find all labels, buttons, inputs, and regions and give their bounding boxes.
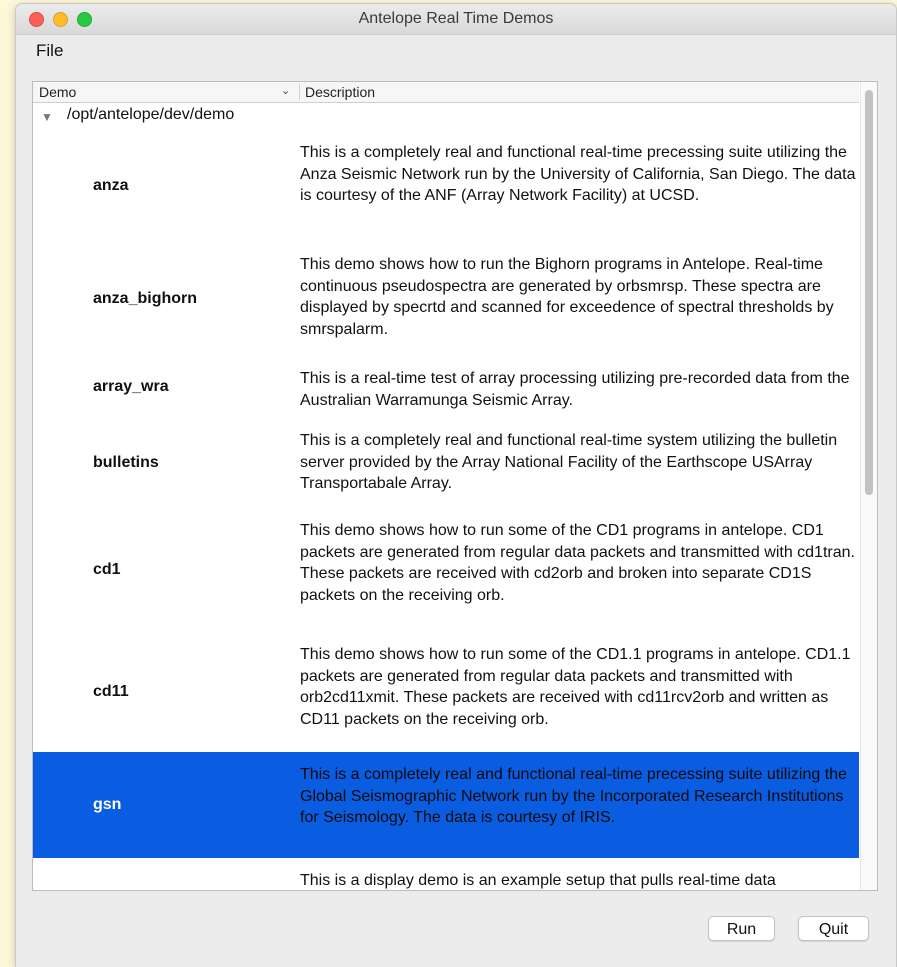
table-row[interactable]: cd1 This demo shows how to run some of t…: [33, 508, 859, 632]
vertical-scrollbar[interactable]: [860, 82, 877, 890]
chevron-down-icon[interactable]: ⌄: [281, 84, 290, 97]
demo-description: This demo shows how to run the Bighorn p…: [300, 256, 834, 338]
menu-bar: File: [16, 35, 896, 65]
demo-description: This demo shows how to run some of the C…: [300, 646, 851, 728]
demo-description: This demo shows how to run some of the C…: [300, 522, 855, 604]
table-row[interactable]: This is a display demo is an example set…: [33, 858, 859, 890]
demo-description: This is a completely real and functional…: [300, 432, 838, 492]
demo-tree-view[interactable]: Demo ⌄ Description ▼ /opt/antelope/dev/d…: [32, 81, 878, 891]
column-header-description[interactable]: Description: [305, 84, 375, 100]
tree-header: Demo ⌄ Description: [33, 82, 859, 103]
table-row[interactable]: anza This is a completely real and funct…: [33, 130, 859, 242]
demo-description: This is a display demo is an example set…: [300, 872, 776, 889]
table-row[interactable]: array_wra This is a real-time test of ar…: [33, 356, 859, 418]
run-button[interactable]: Run: [708, 916, 775, 941]
column-divider[interactable]: [299, 84, 300, 100]
demo-description: This is a real-time test of array proces…: [300, 370, 850, 409]
table-row[interactable]: cd11 This demo shows how to run some of …: [33, 632, 859, 752]
demo-name: gsn: [93, 796, 122, 813]
title-bar: Antelope Real Time Demos: [16, 4, 896, 35]
demo-name: anza: [93, 177, 129, 194]
menu-file[interactable]: File: [36, 41, 63, 61]
demo-name: array_wra: [93, 378, 169, 395]
demo-name: cd11: [93, 683, 129, 700]
scrollbar-thumb[interactable]: [865, 90, 873, 495]
demo-name: bulletins: [93, 454, 159, 471]
table-row-selected[interactable]: gsn This is a completely real and functi…: [33, 752, 859, 858]
disclosure-triangle-icon[interactable]: ▼: [41, 110, 53, 124]
tree-root-row[interactable]: ▼ /opt/antelope/dev/demo: [33, 104, 859, 128]
demo-name: anza_bighorn: [93, 290, 198, 307]
demo-description: This is a completely real and functional…: [300, 766, 847, 826]
demo-name: cd1: [93, 561, 121, 578]
table-row[interactable]: anza_bighorn This demo shows how to run …: [33, 242, 859, 356]
quit-button[interactable]: Quit: [798, 916, 869, 941]
window-title: Antelope Real Time Demos: [358, 10, 554, 27]
demo-rows: anza This is a completely real and funct…: [33, 130, 859, 890]
column-header-demo[interactable]: Demo: [39, 84, 76, 100]
app-window: Antelope Real Time Demos File Demo ⌄ Des…: [16, 4, 896, 967]
demo-description: This is a completely real and functional…: [300, 144, 856, 204]
root-path-label: /opt/antelope/dev/demo: [67, 106, 235, 123]
table-row[interactable]: bulletins This is a completely real and …: [33, 418, 859, 508]
